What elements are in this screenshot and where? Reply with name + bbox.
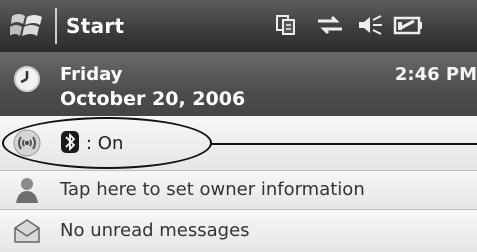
owner-info-row[interactable]: Tap here to set owner information: [0, 171, 477, 210]
title-separator: [55, 8, 57, 44]
clock-icon: [12, 64, 42, 94]
owner-person-icon: [12, 175, 42, 205]
start-label[interactable]: Start: [66, 14, 124, 38]
date-time-row[interactable]: Friday October 20, 2006 2:46 PM: [0, 52, 477, 117]
messages-row[interactable]: No unread messages: [0, 210, 477, 252]
callout-ellipse: [2, 117, 212, 169]
day-label: Friday: [60, 64, 123, 85]
speaker-muted-icon[interactable]: [357, 14, 383, 36]
connectivity-icon[interactable]: [316, 14, 344, 36]
time-label: 2:46 PM: [394, 64, 477, 85]
unread-messages-text[interactable]: No unread messages: [60, 220, 250, 241]
title-bar: Start: [0, 0, 477, 52]
callout-leader-line: [211, 143, 477, 145]
owner-info-text[interactable]: Tap here to set owner information: [60, 179, 365, 200]
today-screen: Start Friday October 20, 2006 2:46 PM: …: [0, 0, 477, 252]
windows-flag-icon[interactable]: [9, 10, 44, 42]
multitask-icon[interactable]: [276, 14, 296, 36]
envelope-icon: [12, 216, 42, 246]
battery-icon[interactable]: [393, 14, 423, 36]
date-label: October 20, 2006: [60, 88, 246, 110]
